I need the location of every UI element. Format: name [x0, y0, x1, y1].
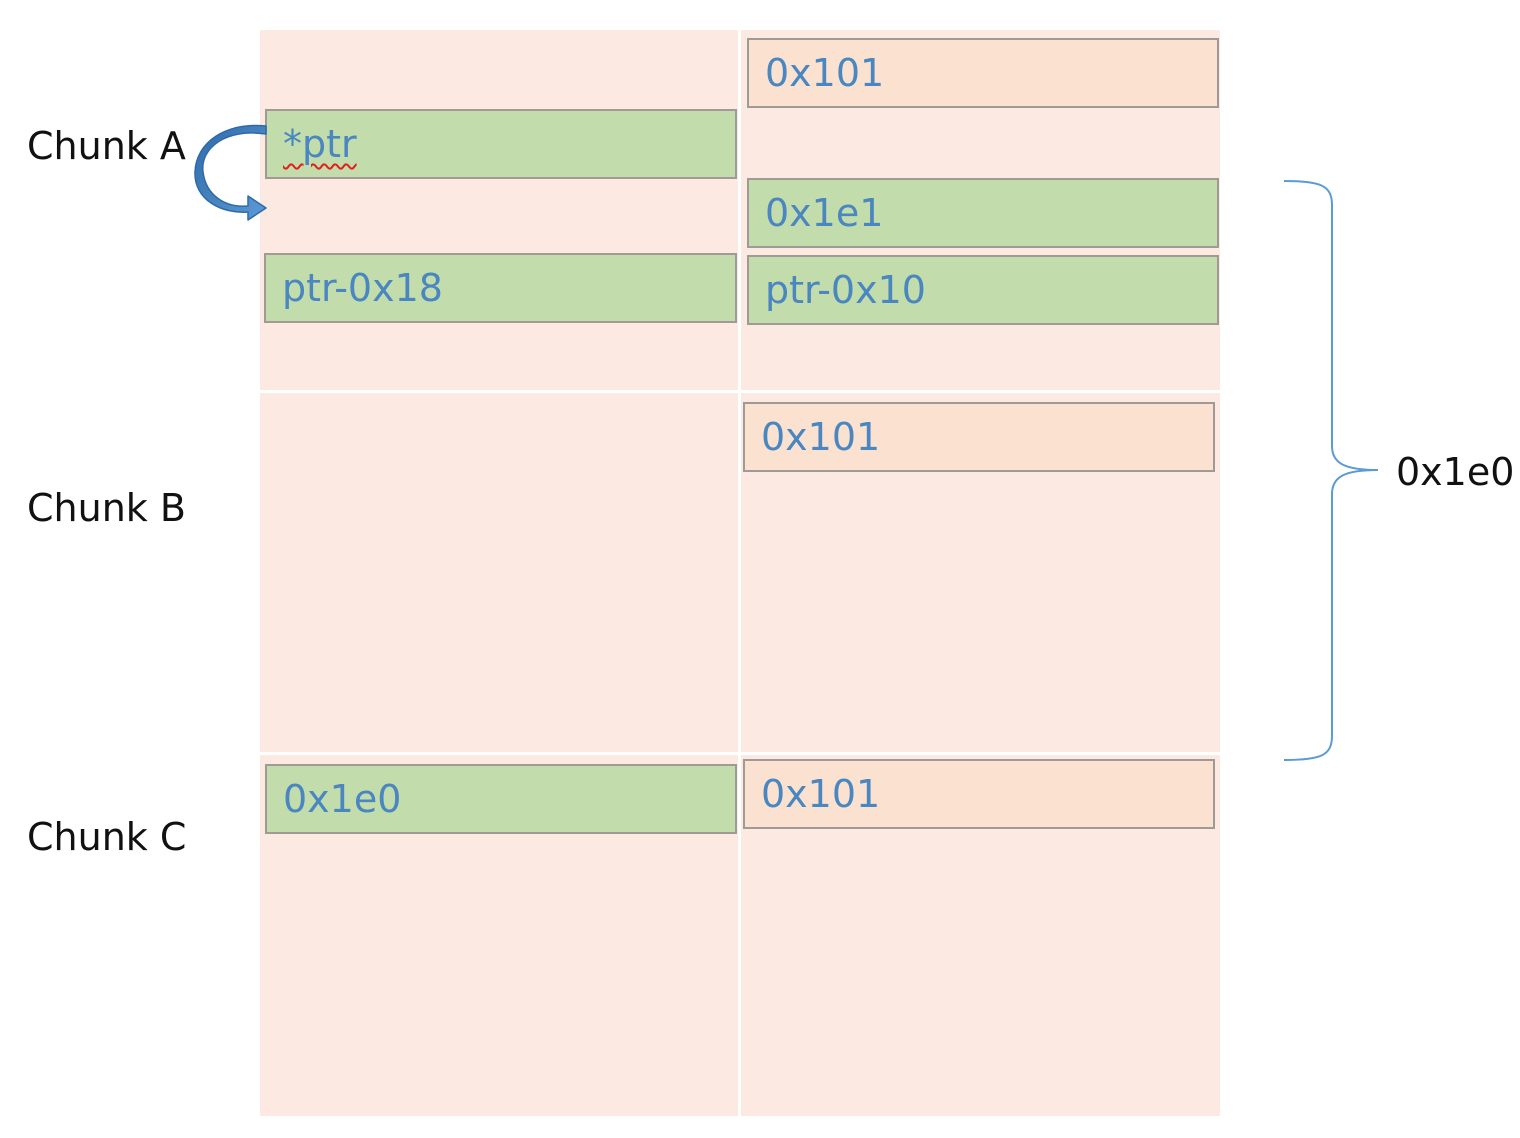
chunk-divider-bc — [260, 752, 1220, 755]
chunk-a-bk-cell: ptr-0x10 — [747, 255, 1219, 325]
chunk-c-size-value: 0x101 — [761, 772, 881, 816]
chunk-c-prev-size-value: 0x1e0 — [283, 777, 402, 821]
chunk-divider-ab — [260, 390, 1220, 393]
brace-size-label: 0x1e0 — [1396, 450, 1515, 494]
chunk-b-label: Chunk B — [27, 486, 186, 530]
chunk-a-ptr-value: *ptr — [283, 122, 357, 166]
column-divider — [738, 30, 741, 1116]
pointer-arrow-icon — [194, 124, 267, 221]
chunk-a-bk-value: ptr-0x10 — [765, 268, 926, 312]
chunk-c-size-cell: 0x101 — [743, 759, 1215, 829]
chunk-c-prev-size-cell: 0x1e0 — [265, 764, 737, 834]
size-brace-icon — [1283, 180, 1379, 761]
chunk-b-size-cell: 0x101 — [743, 402, 1215, 472]
chunk-b-size-value: 0x101 — [761, 415, 881, 459]
chunk-a-label: Chunk A — [27, 124, 186, 168]
chunk-a-fd-cell: ptr-0x18 — [264, 253, 737, 323]
chunk-a-prev-size-value: 0x101 — [765, 51, 885, 95]
chunk-a-prev-size-cell: 0x101 — [747, 38, 1219, 108]
chunk-a-size-value: 0x1e1 — [765, 191, 884, 235]
chunk-a-size-cell: 0x1e1 — [747, 178, 1219, 248]
chunk-a-ptr-cell: *ptr — [265, 109, 737, 179]
chunk-c-label: Chunk C — [27, 815, 187, 859]
chunk-a-fd-value: ptr-0x18 — [282, 266, 443, 310]
